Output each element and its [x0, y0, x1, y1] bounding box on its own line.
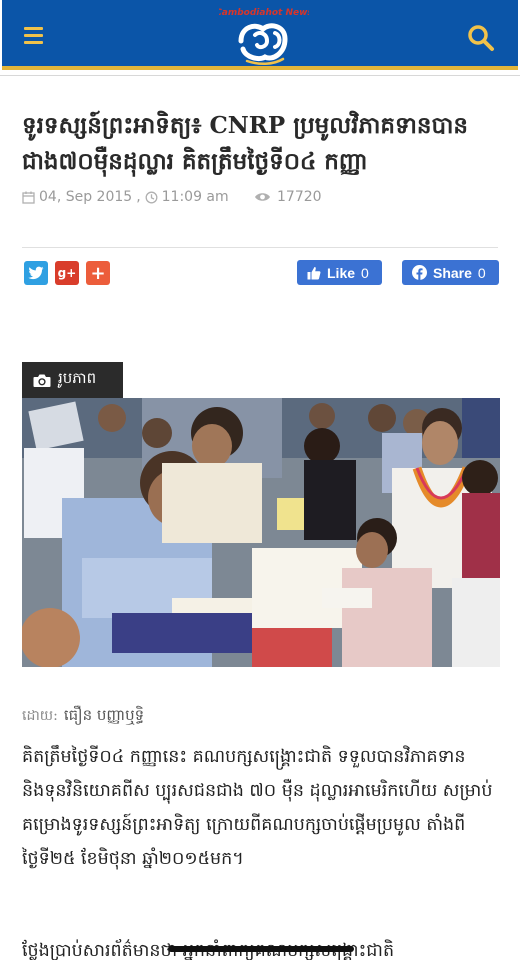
article-photo[interactable] [22, 398, 500, 667]
views-group: 17720 [254, 189, 322, 205]
photo-section-label: រូបភាព [22, 362, 123, 398]
publish-date: 04, Sep 2015 [39, 189, 133, 205]
eye-icon [255, 193, 270, 201]
share-count: 0 [477, 264, 486, 281]
menu-icon-line [24, 40, 43, 44]
like-label: Like [327, 264, 356, 281]
thumbs-up-icon [307, 266, 321, 280]
clock-icon [145, 191, 158, 203]
calendar-icon [22, 191, 35, 204]
twitter-icon [28, 266, 44, 280]
twitter-share-button[interactable] [24, 261, 48, 285]
view-count: 17720 [277, 189, 322, 205]
plus-icon: + [90, 262, 106, 284]
author-name: ធឿន បញ្ញាឬទ្ធិ [63, 706, 145, 724]
article-title: ទូរទស្សន៍ព្រះអាទិត្យ៖ CNRP ប្រមូលវិភាគទា… [22, 112, 468, 175]
facebook-like-button[interactable]: Like 0 [297, 260, 382, 285]
article-author: ដោយ: ធឿន បញ្ញាឬទ្ធិ [22, 706, 144, 728]
author-prefix: ដោយ: [22, 708, 58, 724]
site-logo[interactable]: Cambodiahot News [219, 3, 309, 67]
menu-icon-line [24, 33, 43, 37]
google-plus-label: g+ [57, 266, 77, 280]
facebook-share-button[interactable]: Share 0 [402, 260, 499, 285]
like-count: 0 [361, 264, 369, 281]
home-indicator[interactable] [168, 946, 354, 952]
facebook-icon [412, 265, 427, 280]
menu-icon-line [24, 26, 43, 30]
menu-button[interactable] [24, 20, 56, 50]
google-plus-share-button[interactable]: g+ [55, 261, 79, 285]
date-group: 04, Sep 2015 , 11:09 am [22, 189, 229, 205]
svg-text:Cambodiahot News: Cambodiahot News [219, 8, 309, 18]
photo-label-text: រូបភាព [58, 369, 97, 387]
article-meta: 04, Sep 2015 , 11:09 am 17720 [22, 189, 502, 207]
header-bar: Cambodiahot News [2, 0, 518, 70]
article-paragraph: គិតត្រឹមថ្ងៃទី០៤ កញ្ញានេះ គណបក្សសង្គ្រោះ… [22, 747, 493, 869]
top-header: Cambodiahot News [0, 0, 520, 76]
camera-icon [33, 374, 51, 387]
divider [22, 247, 498, 248]
share-label: Share [433, 264, 472, 281]
add-share-button[interactable]: + [86, 261, 110, 285]
publish-time: 11:09 am [161, 189, 229, 205]
meta-separator: , [136, 189, 141, 205]
search-icon[interactable] [465, 22, 497, 54]
